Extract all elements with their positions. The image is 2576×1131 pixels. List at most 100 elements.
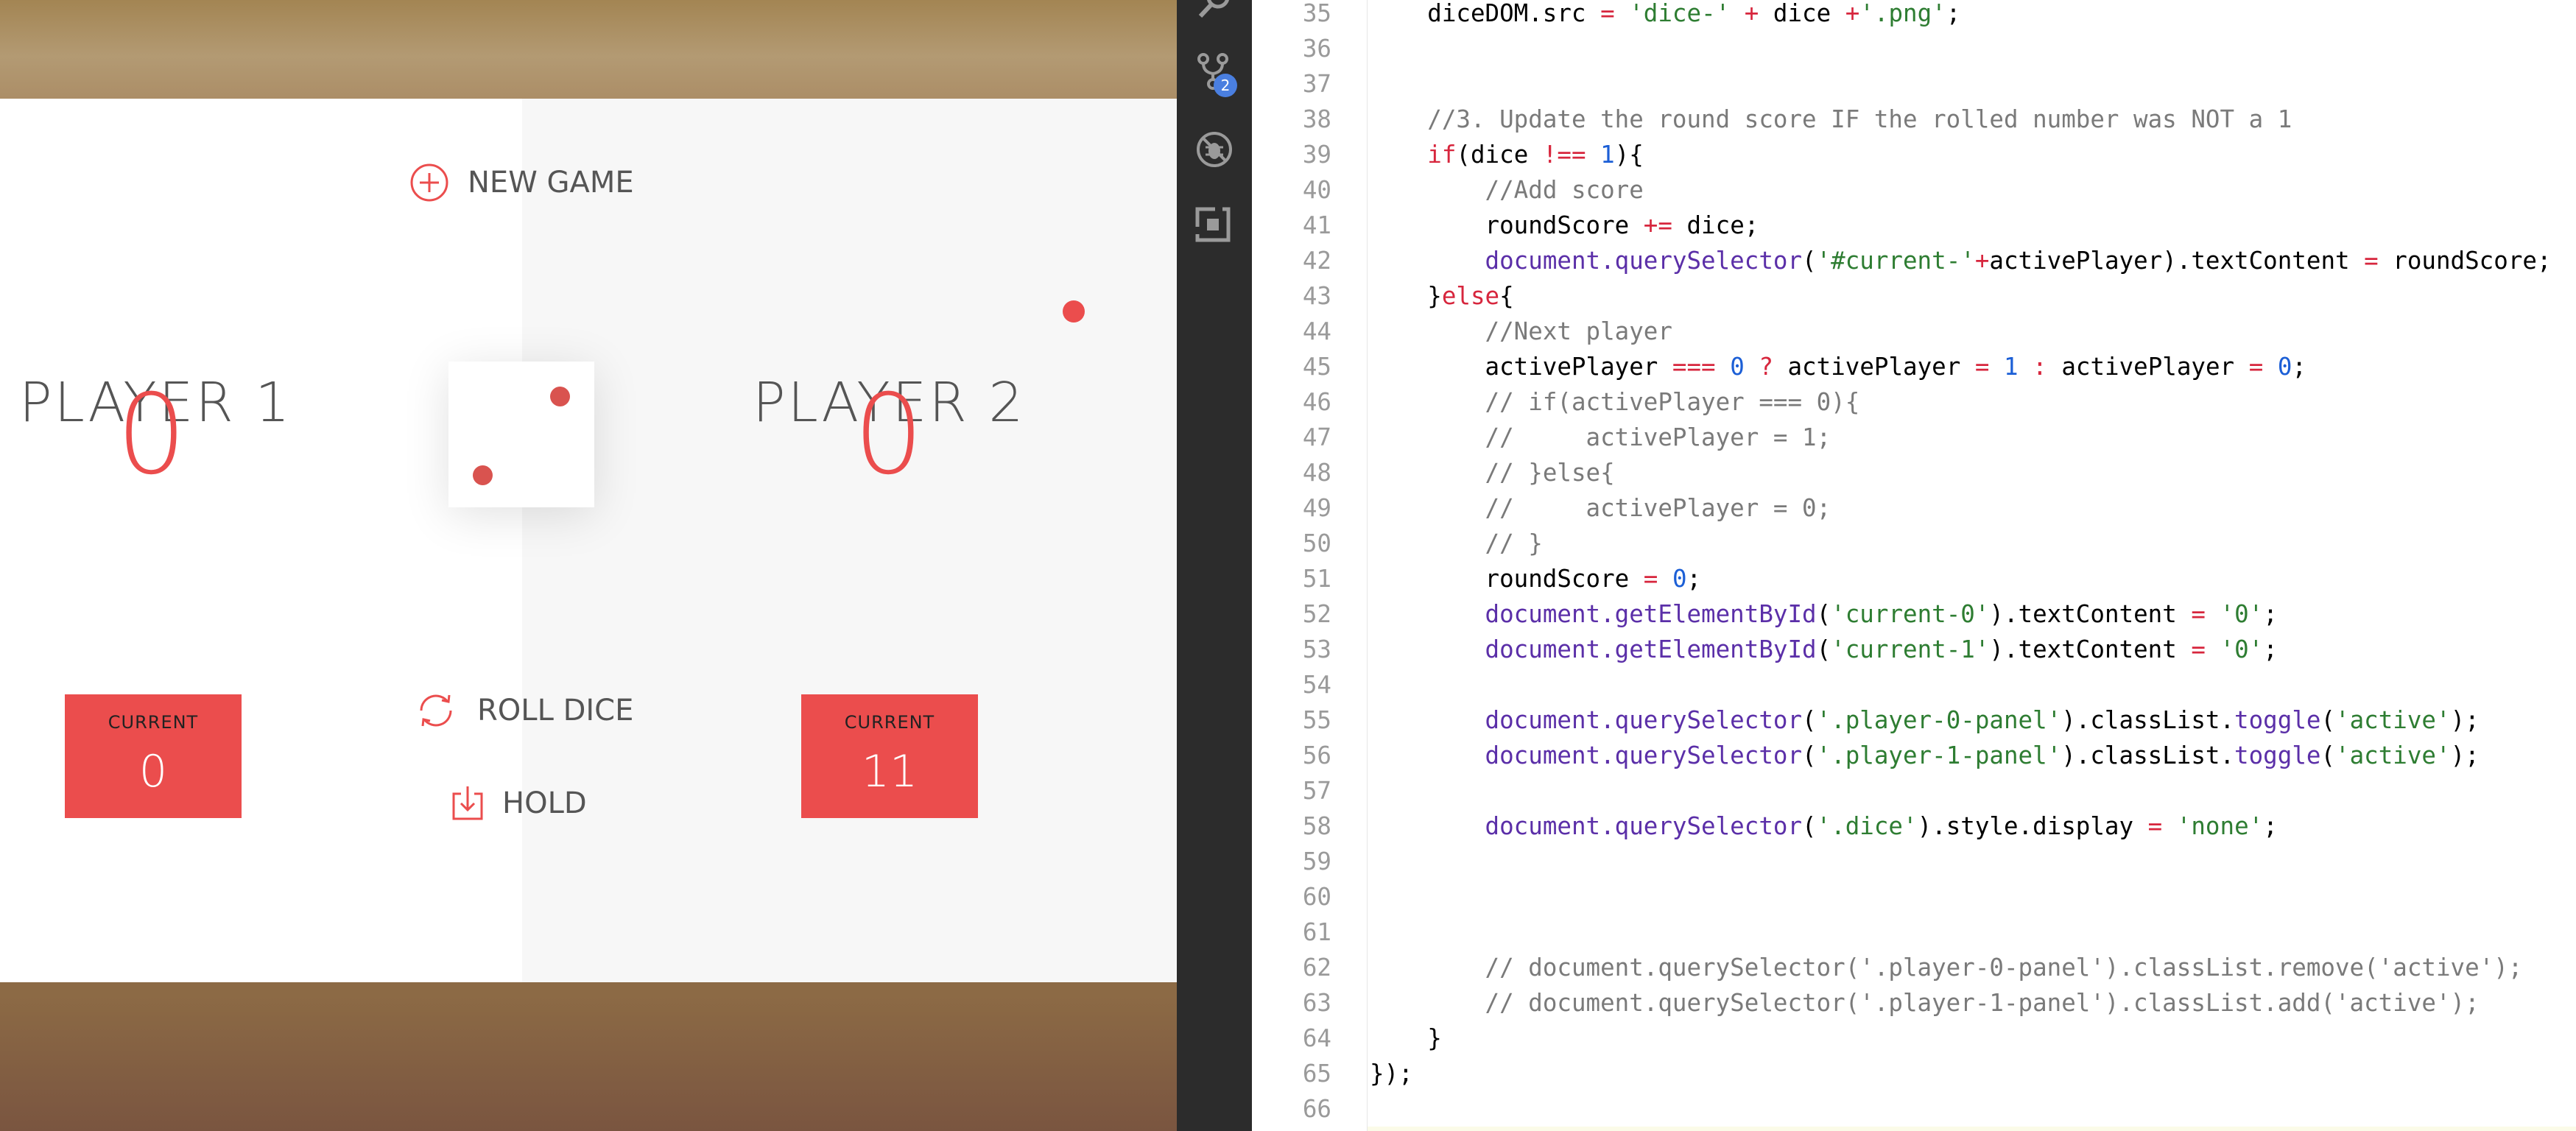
code-line[interactable]: 45 activePlayer === 0 ? activePlayer = 1… (1252, 349, 2576, 384)
code-line[interactable]: 64 } (1252, 1021, 2576, 1056)
current-line-highlight (1368, 1127, 2576, 1131)
code-line[interactable]: 37 (1252, 66, 2576, 102)
code-line[interactable]: 56 document.querySelector('.player-1-pan… (1252, 738, 2576, 773)
line-number: 49 (1302, 494, 1331, 522)
code-line[interactable]: 41 roundScore += dice; (1252, 208, 2576, 243)
line-number: 53 (1302, 635, 1331, 663)
line-number: 48 (1302, 459, 1331, 487)
line-number: 47 (1302, 423, 1331, 451)
code-text: // document.querySelector('.player-0-pan… (1485, 954, 2523, 982)
code-line[interactable]: 61 (1252, 915, 2576, 950)
download-icon (451, 785, 485, 822)
roll-dice-label: ROLL DICE (477, 694, 634, 727)
dice (448, 362, 594, 507)
code-text: document.querySelector('.player-0-panel'… (1485, 706, 2480, 734)
search-icon[interactable] (1194, 0, 1234, 22)
line-number: 38 (1302, 105, 1331, 133)
roll-dice-button[interactable]: ROLL DICE (412, 687, 633, 734)
code-text: // if(activePlayer === 0){ (1485, 388, 1860, 416)
pig-game-wrapper: PLAYER 1 0 CURRENT 0 PLAYER 2 0 CURRENT … (0, 99, 1177, 982)
code-editor[interactable]: 35 diceDOM.src = 'dice-' + dice +'.png';… (1252, 0, 2576, 1131)
code-text: if(dice !== 1){ (1427, 141, 1644, 169)
code-line[interactable]: 36 (1252, 31, 2576, 66)
code-text: roundScore = 0; (1370, 565, 1702, 593)
code-text: // activePlayer = 0; (1485, 494, 1831, 522)
code-line[interactable]: 62 // document.querySelector('.player-0-… (1252, 950, 2576, 985)
code-text: document.querySelector('.dice').style.di… (1485, 812, 2278, 840)
code-line[interactable]: 51 roundScore = 0; (1252, 561, 2576, 596)
code-line[interactable]: 39 if(dice !== 1){ (1252, 137, 2576, 172)
line-number: 60 (1302, 883, 1331, 911)
code-text: document.querySelector('.player-1-panel'… (1485, 741, 2480, 769)
code-line[interactable]: 35 diceDOM.src = 'dice-' + dice +'.png'; (1252, 0, 2576, 31)
plus-circle-icon (409, 162, 450, 203)
player-1-current-score: 0 (138, 746, 168, 797)
code-line[interactable]: 54 (1252, 667, 2576, 702)
code-text: }); (1370, 1060, 1413, 1088)
code-text: // }else{ (1485, 459, 1615, 487)
code-line[interactable]: 49 // activePlayer = 0; (1252, 490, 2576, 526)
player-1-current-label: CURRENT (108, 712, 199, 733)
code-line[interactable]: 59 (1252, 844, 2576, 879)
code-line[interactable]: 55 document.querySelector('.player-0-pan… (1252, 702, 2576, 738)
code-line[interactable]: 40 //Add score (1252, 172, 2576, 208)
code-line[interactable]: 48 // }else{ (1252, 455, 2576, 490)
dice-pip (550, 387, 570, 406)
line-number: 59 (1302, 848, 1331, 875)
code-text: activePlayer === 0 ? activePlayer = 1 : … (1370, 353, 2306, 381)
code-line[interactable]: 46 // if(activePlayer === 0){ (1252, 384, 2576, 420)
player-2-score: 0 (854, 371, 924, 499)
activity-bar: 2 (1177, 0, 1252, 1131)
line-number: 39 (1302, 141, 1331, 169)
extensions-icon[interactable] (1194, 206, 1234, 246)
code-line[interactable]: 60 (1252, 879, 2576, 915)
line-number: 54 (1302, 671, 1331, 699)
hold-button[interactable]: HOLD (451, 785, 587, 822)
player-2-current-score: 11 (861, 746, 918, 797)
code-line[interactable]: 43 }else{ (1252, 278, 2576, 314)
line-number: 40 (1302, 176, 1331, 204)
code-line[interactable]: 47 // activePlayer = 1; (1252, 420, 2576, 455)
line-number: 61 (1302, 918, 1331, 946)
line-number: 51 (1302, 565, 1331, 593)
code-line[interactable]: 65}); (1252, 1056, 2576, 1091)
line-number: 42 (1302, 247, 1331, 275)
code-line[interactable]: 57 (1252, 773, 2576, 808)
code-text: diceDOM.src = 'dice-' + dice +'.png'; (1370, 0, 1961, 27)
line-number: 52 (1302, 600, 1331, 628)
line-number: 35 (1302, 0, 1331, 27)
line-number: 45 (1302, 353, 1331, 381)
code-text: //3. Update the round score IF the rolle… (1427, 105, 2292, 133)
code-line[interactable]: 44 //Next player (1252, 314, 2576, 349)
code-text: // activePlayer = 1; (1485, 423, 1831, 451)
refresh-icon (412, 687, 460, 734)
player-1-current-box: CURRENT 0 (65, 694, 242, 818)
new-game-button[interactable]: NEW GAME (409, 162, 634, 203)
line-number: 63 (1302, 989, 1331, 1017)
code-line[interactable]: 42 document.querySelector('#current-'+ac… (1252, 243, 2576, 278)
player-1-score: 0 (116, 371, 187, 499)
line-number: 36 (1302, 35, 1331, 63)
line-number: 57 (1302, 777, 1331, 805)
code-line[interactable]: 38 //3. Update the round score IF the ro… (1252, 102, 2576, 137)
player-2-panel (522, 99, 1177, 982)
code-line[interactable]: 66 (1252, 1091, 2576, 1127)
code-line[interactable]: 58 document.querySelector('.dice').style… (1252, 808, 2576, 844)
line-number: 55 (1302, 706, 1331, 734)
debug-icon[interactable] (1194, 130, 1234, 169)
hold-label: HOLD (502, 786, 587, 820)
line-number: 50 (1302, 529, 1331, 557)
line-number: 62 (1302, 954, 1331, 982)
dice-pip (473, 465, 493, 485)
player-2-current-label: CURRENT (844, 712, 935, 733)
code-line[interactable]: 52 document.getElementById('current-0').… (1252, 596, 2576, 632)
code-text: //Add score (1485, 176, 1644, 204)
line-number: 65 (1302, 1060, 1331, 1088)
code-line[interactable]: 50 // } (1252, 526, 2576, 561)
code-line[interactable]: 53 document.getElementById('current-1').… (1252, 632, 2576, 667)
code-line[interactable]: 63 // document.querySelector('.player-1-… (1252, 985, 2576, 1021)
line-number: 58 (1302, 812, 1331, 840)
code-text: // } (1485, 529, 1543, 557)
player-2-current-box: CURRENT 11 (801, 694, 978, 818)
code-text: }else{ (1370, 282, 1514, 310)
